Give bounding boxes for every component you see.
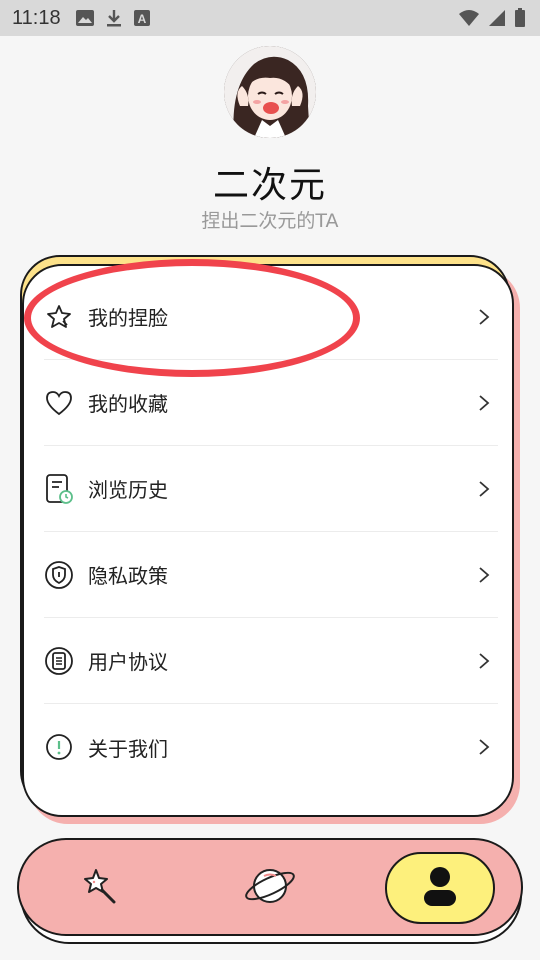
menu-item-label: 用户协议 bbox=[88, 650, 168, 674]
chevron-right-icon bbox=[478, 566, 490, 584]
bottom-nav bbox=[17, 838, 523, 936]
status-time: 11:18 bbox=[12, 6, 61, 29]
avatar[interactable] bbox=[224, 46, 316, 138]
user-icon bbox=[420, 864, 460, 912]
menu-item-user-agreement[interactable]: 用户协议 bbox=[44, 618, 498, 704]
profile-subtitle: 捏出二次元的TA bbox=[201, 210, 339, 232]
chevron-right-icon bbox=[478, 738, 490, 756]
chevron-right-icon bbox=[478, 394, 490, 412]
chevron-right-icon bbox=[478, 652, 490, 670]
image-icon bbox=[75, 9, 95, 27]
status-bar: 11:18 A bbox=[0, 0, 540, 36]
info-icon bbox=[44, 732, 74, 762]
wifi-icon bbox=[458, 9, 480, 27]
menu-card: 我的捏脸 我的收藏 浏览历史 隐私政策 用户协议 关于我们 bbox=[22, 264, 514, 817]
star-icon bbox=[44, 302, 74, 332]
menu-item-about-us[interactable]: 关于我们 bbox=[44, 704, 498, 790]
menu-item-my-faces[interactable]: 我的捏脸 bbox=[44, 274, 498, 360]
tab-create[interactable] bbox=[47, 852, 157, 924]
menu-item-privacy[interactable]: 隐私政策 bbox=[44, 532, 498, 618]
signal-icon bbox=[488, 9, 506, 27]
shield-icon bbox=[44, 560, 74, 590]
menu-item-favorites[interactable]: 我的收藏 bbox=[44, 360, 498, 446]
magic-wand-star-icon bbox=[80, 866, 124, 910]
profile-name: 二次元 bbox=[212, 165, 327, 206]
tab-profile[interactable] bbox=[385, 852, 495, 924]
heart-icon bbox=[44, 388, 74, 418]
download-icon bbox=[105, 8, 123, 28]
a-badge-icon: A bbox=[133, 9, 151, 27]
history-document-icon bbox=[44, 473, 74, 504]
menu-item-history[interactable]: 浏览历史 bbox=[44, 446, 498, 532]
status-icons-right bbox=[458, 8, 526, 28]
status-icons-left: A bbox=[75, 8, 151, 28]
chevron-right-icon bbox=[478, 480, 490, 498]
menu-item-label: 隐私政策 bbox=[88, 564, 168, 588]
chevron-right-icon bbox=[478, 308, 490, 326]
battery-icon bbox=[514, 8, 526, 28]
menu-item-label: 我的捏脸 bbox=[88, 306, 168, 330]
menu-item-label: 我的收藏 bbox=[88, 392, 168, 416]
planet-icon bbox=[242, 864, 298, 912]
svg-text:A: A bbox=[137, 12, 146, 26]
agreement-list-icon bbox=[44, 646, 74, 676]
tab-explore[interactable] bbox=[215, 852, 325, 924]
menu-item-label: 关于我们 bbox=[88, 736, 168, 761]
menu-item-label: 浏览历史 bbox=[88, 478, 168, 502]
